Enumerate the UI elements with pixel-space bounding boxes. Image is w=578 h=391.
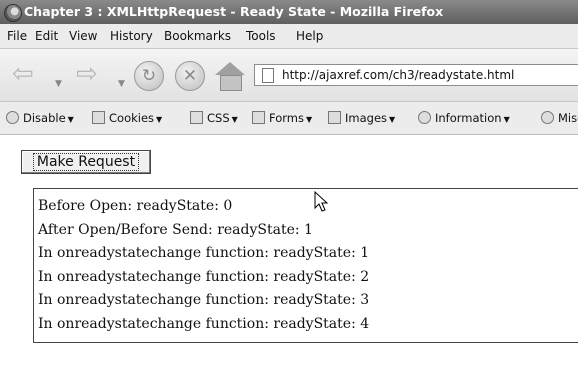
output-box: Before Open: readyState: 0 After Open/Be…	[33, 188, 578, 343]
address-url[interactable]: http://ajaxref.com/ch3/readystate.html	[282, 65, 514, 85]
output-line: In onreadystatechange function: readySta…	[38, 245, 370, 261]
disable-icon	[6, 111, 19, 124]
back-icon[interactable]: ⇦	[12, 61, 34, 87]
dev-misc-menu[interactable]: Misc	[541, 102, 578, 134]
css-icon	[190, 111, 203, 124]
output-line: Before Open: readyState: 0	[38, 198, 233, 214]
navigation-toolbar: ⇦ ▼ ⇨ ▼ ↻ ✕ http://ajaxref.com/ch3/ready…	[0, 49, 578, 102]
forward-history-dropdown-icon[interactable]: ▼	[118, 71, 125, 97]
menu-view[interactable]: View	[69, 24, 97, 48]
cookies-icon	[92, 111, 105, 124]
dev-cookies-menu[interactable]: Cookies ▼	[92, 102, 162, 134]
forms-icon	[252, 111, 265, 124]
dev-css-menu[interactable]: CSS ▼	[190, 102, 238, 134]
dev-disable-menu[interactable]: Disable ▼	[6, 102, 74, 134]
menu-bookmarks[interactable]: Bookmarks	[164, 24, 231, 48]
menu-history[interactable]: History	[110, 24, 153, 48]
make-request-button[interactable]: Make Request	[21, 150, 151, 174]
stop-icon[interactable]: ✕	[175, 61, 205, 91]
misc-icon	[541, 111, 554, 124]
menu-tools[interactable]: Tools	[246, 24, 276, 48]
menu-edit[interactable]: Edit	[35, 24, 58, 48]
menu-bar: File Edit View History Bookmarks Tools H…	[0, 24, 578, 49]
back-history-dropdown-icon[interactable]: ▼	[55, 71, 62, 97]
firefox-icon	[4, 4, 22, 22]
menu-file[interactable]: File	[7, 24, 27, 48]
menu-help[interactable]: Help	[296, 24, 323, 48]
dev-forms-menu[interactable]: Forms ▼	[252, 102, 312, 134]
forward-icon[interactable]: ⇨	[76, 61, 98, 87]
output-line: In onreadystatechange function: readySta…	[38, 268, 370, 285]
images-icon	[328, 111, 341, 124]
address-bar[interactable]: http://ajaxref.com/ch3/readystate.html	[254, 64, 578, 86]
output-line: After Open/Before Send: readyState: 1	[38, 221, 313, 238]
dev-images-menu[interactable]: Images ▼	[328, 102, 395, 134]
mouse-pointer-icon	[314, 191, 329, 212]
dev-information-menu[interactable]: Information ▼	[418, 102, 510, 134]
home-icon[interactable]	[215, 62, 245, 91]
page-content: Make Request Before Open: readyState: 0 …	[0, 135, 578, 391]
window-title: Chapter 3 : XMLHttpRequest - Ready State…	[24, 4, 444, 19]
information-icon	[418, 111, 431, 124]
make-request-label: Make Request	[32, 153, 140, 171]
page-icon	[262, 68, 274, 83]
web-developer-toolbar: Disable ▼ Cookies ▼ CSS ▼ Forms ▼ Images ▼ In…	[0, 102, 578, 135]
output-line: In onreadystatechange function: readySta…	[38, 292, 370, 308]
reload-icon[interactable]: ↻	[134, 61, 164, 91]
title-bar: Chapter 3 : XMLHttpRequest - Ready State…	[0, 0, 578, 24]
output-line: In onreadystatechange function: readySta…	[38, 315, 370, 332]
browser-window: Chapter 3 : XMLHttpRequest - Ready State…	[0, 0, 578, 391]
